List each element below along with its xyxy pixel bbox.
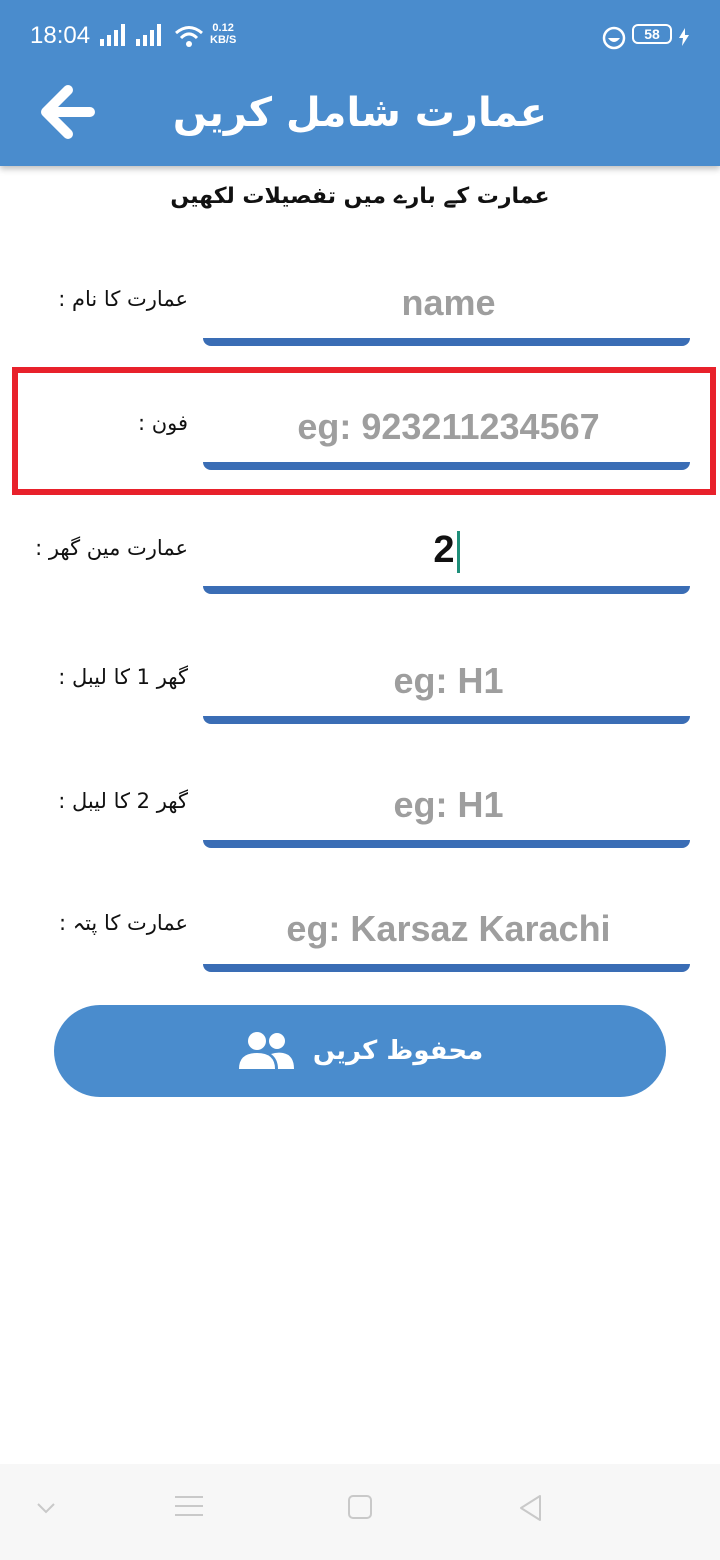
address-label: عمارت کا پتہ : [59,911,188,935]
house1-label: گھر 1 کا لیبل : [58,665,188,689]
houses-underline [203,586,690,594]
people-icon [238,1032,294,1069]
save-button[interactable]: محفوظ کریں [54,1005,666,1097]
save-button-label: محفوظ کریں [312,1036,484,1066]
address-underline [203,964,690,972]
house1-input[interactable] [203,644,694,718]
status-app-icon [602,26,626,50]
address-input[interactable] [203,892,694,966]
houses-field[interactable]: 2 [203,514,690,594]
house2-underline [203,840,690,848]
house2-label: گھر 2 کا لیبل : [58,789,188,813]
home-square-icon[interactable] [347,1494,373,1520]
app-bar: 18:04 0.12 KB/S 58 عمارت شامل کریں [0,0,720,166]
houses-input[interactable]: 2 [203,514,690,586]
menu-icon[interactable] [175,1494,203,1518]
arrow-left-icon [41,85,95,139]
house1-underline [203,716,690,724]
signal-icon [100,24,125,46]
text-caret [456,530,460,573]
house2-field[interactable] [203,768,694,848]
name-underline [203,338,690,346]
battery-indicator: 58 [632,24,672,44]
chevron-down-icon[interactable] [36,1502,56,1514]
net-speed: 0.12 KB/S [210,22,236,46]
net-speed-value: 0.12 [212,22,234,34]
address-field[interactable] [203,892,694,972]
signal-icon-2 [136,24,161,46]
net-speed-unit: KB/S [210,34,237,46]
phone-input[interactable] [203,390,694,464]
phone-label: فون : [137,411,188,435]
houses-label: عمارت مین گھر : [35,536,188,560]
house1-field[interactable] [203,644,694,724]
houses-value: 2 [433,529,455,571]
system-nav-bar [0,1464,720,1560]
page-title: عمارت شامل کریں [172,90,548,136]
phone-field[interactable] [203,390,694,470]
name-label: عمارت کا نام : [58,287,188,311]
status-time: 18:04 [30,22,91,49]
back-button[interactable] [36,80,100,144]
name-field[interactable] [203,266,694,346]
name-input[interactable] [203,266,694,340]
charging-icon [679,28,689,46]
form-subtitle: عمارت کے بارے میں تفصیلات لکھیں [170,184,550,209]
phone-underline [203,462,690,470]
house2-input[interactable] [203,768,694,842]
status-bar: 18:04 0.12 KB/S 58 [0,0,720,72]
wifi-icon [175,26,203,47]
back-triangle-icon[interactable] [518,1494,544,1522]
